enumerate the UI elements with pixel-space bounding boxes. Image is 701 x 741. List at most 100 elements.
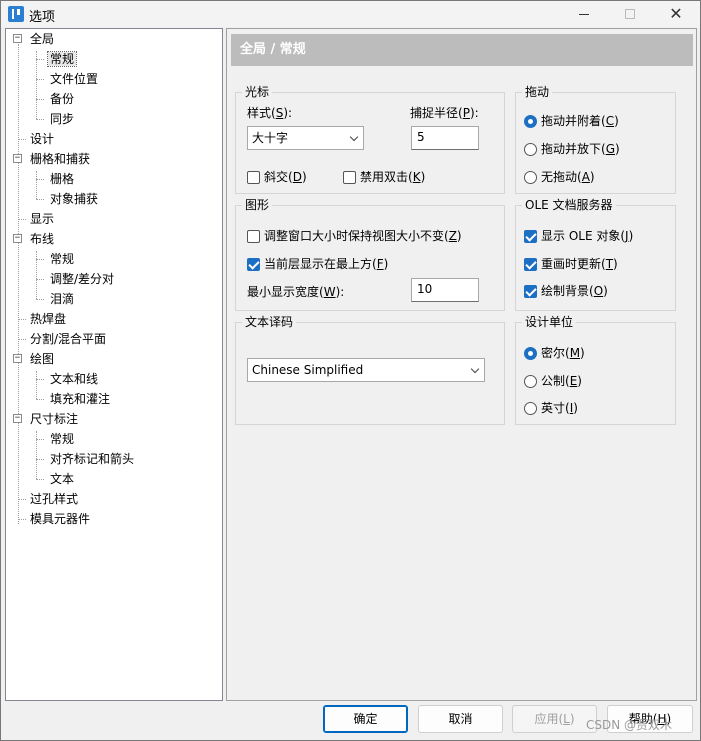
text-encoding-group: 文本译码 Chinese Simplified: [235, 314, 505, 425]
tree-connector: [18, 219, 26, 220]
tree-connector: [36, 59, 44, 60]
tree-item-label: 显示: [30, 212, 55, 226]
checkbox-box[interactable]: [343, 170, 356, 184]
apply-button[interactable]: 应用(L): [512, 705, 597, 733]
units-mil-radio[interactable]: 密尔(M): [524, 345, 585, 361]
minimize-button[interactable]: [561, 1, 607, 27]
drag-group: 拖动 拖动并附着(C) 拖动并放下(G) 无拖动(A): [515, 84, 676, 194]
graphics-group: 图形 调整窗口大小时保持视图大小不变(Z) 当前层显示在最上方(F) 最小显示宽…: [235, 197, 505, 311]
drag-drop-radio[interactable]: 拖动并放下(G): [524, 141, 620, 157]
tree-item[interactable]: 栅格: [48, 170, 76, 190]
tree-item[interactable]: 显示: [28, 210, 56, 230]
tree-expander-icon[interactable]: −: [13, 414, 22, 423]
text-encoding-select[interactable]: Chinese Simplified: [247, 358, 485, 382]
tree-expander-icon[interactable]: −: [13, 154, 22, 163]
checkbox-box[interactable]: [524, 229, 537, 243]
tree-connector: [36, 279, 44, 280]
keep-view-size-checkbox[interactable]: 调整窗口大小时保持视图大小不变(Z): [247, 228, 462, 244]
tree-item[interactable]: 常规: [48, 250, 76, 270]
tree-item[interactable]: 模具元器件: [28, 510, 92, 530]
close-button[interactable]: ✕: [653, 1, 699, 27]
drag-attach-radio[interactable]: 拖动并附着(C): [524, 113, 619, 129]
tree-item[interactable]: 栅格和捕获: [28, 150, 92, 170]
tree-connector: [36, 479, 44, 480]
radio-button[interactable]: [524, 401, 537, 415]
tree-item[interactable]: 填充和灌注: [48, 390, 112, 410]
radio-button[interactable]: [524, 114, 537, 128]
units-inch-radio[interactable]: 英寸(I): [524, 400, 578, 416]
tree-item-label: 绘图: [30, 352, 55, 366]
tree-item-label: 热焊盘: [30, 312, 67, 326]
tree-item[interactable]: 布线: [28, 230, 56, 250]
tree-item[interactable]: 热焊盘: [28, 310, 68, 330]
tree-connector: [36, 439, 44, 440]
diagonal-checkbox[interactable]: 斜交(D): [247, 169, 307, 185]
tree-item[interactable]: 调整/差分对: [48, 270, 116, 290]
tree-item[interactable]: 备份: [48, 90, 76, 110]
snap-radius-input[interactable]: 5: [411, 126, 479, 150]
graphics-group-title: 图形: [242, 197, 273, 213]
cursor-style-select[interactable]: 大十字: [247, 126, 364, 150]
tree-item[interactable]: 设计: [28, 130, 56, 150]
units-metric-radio[interactable]: 公制(E): [524, 373, 582, 389]
ok-button[interactable]: 确定: [323, 705, 408, 733]
tree-item[interactable]: 泪滴: [48, 290, 76, 310]
tree-item-label: 全局: [30, 32, 55, 46]
draw-background-checkbox[interactable]: 绘制背景(O): [524, 283, 608, 299]
radio-button[interactable]: [524, 374, 537, 388]
tree-item[interactable]: 文本: [48, 470, 76, 490]
chevron-down-icon: [470, 364, 480, 374]
tree-connector: [36, 171, 37, 199]
tree-expander-icon[interactable]: −: [13, 34, 22, 43]
update-on-redraw-checkbox[interactable]: 重画时更新(T): [524, 256, 618, 272]
show-ole-objects-checkbox[interactable]: 显示 OLE 对象(J): [524, 228, 633, 244]
tree-item[interactable]: 分割/混合平面: [28, 330, 108, 350]
cancel-button[interactable]: 取消: [418, 705, 503, 733]
tree-item[interactable]: 常规: [48, 430, 76, 450]
disable-double-click-checkbox[interactable]: 禁用双击(K): [343, 169, 425, 185]
tree-item-label: 设计: [30, 132, 55, 146]
current-layer-on-top-checkbox[interactable]: 当前层显示在最上方(F): [247, 256, 388, 272]
tree-item[interactable]: 全局: [28, 30, 56, 50]
window-title: 选项: [29, 10, 56, 25]
drag-group-title: 拖动: [522, 84, 553, 100]
tree-item[interactable]: 常规: [46, 50, 78, 70]
tree-item-label: 文本: [50, 472, 75, 486]
design-units-group: 设计单位 密尔(M) 公制(E) 英寸(I): [515, 314, 676, 425]
tree-item-label: 对象捕获: [50, 192, 99, 206]
cursor-style-label: 样式(S):: [247, 106, 293, 120]
no-drag-radio[interactable]: 无拖动(A): [524, 169, 595, 185]
radio-button[interactable]: [524, 142, 537, 156]
maximize-button[interactable]: [607, 1, 653, 27]
checkbox-box[interactable]: [247, 170, 260, 184]
title-bar[interactable]: 选项 ✕: [1, 1, 700, 27]
min-display-width-input[interactable]: 10: [411, 278, 479, 302]
checkbox-box[interactable]: [524, 257, 537, 271]
checkbox-box[interactable]: [247, 229, 260, 243]
cursor-group-title: 光标: [242, 84, 273, 100]
tree-connector: [18, 519, 26, 520]
tree-item[interactable]: 绘图: [28, 350, 56, 370]
tree-expander-icon[interactable]: −: [13, 234, 22, 243]
panel-header: 全局 / 常规: [231, 34, 693, 66]
tree-item[interactable]: 同步: [48, 110, 76, 130]
text-encoding-value: Chinese Simplified: [252, 363, 364, 377]
tree-item[interactable]: 对象捕获: [48, 190, 100, 210]
ole-group: OLE 文档服务器 显示 OLE 对象(J) 重画时更新(T) 绘制背景(O): [515, 197, 676, 311]
tree-expander-icon[interactable]: −: [13, 354, 22, 363]
tree-item[interactable]: 尺寸标注: [28, 410, 80, 430]
text-encoding-group-title: 文本译码: [242, 314, 297, 330]
tree-item[interactable]: 过孔样式: [28, 490, 80, 510]
radio-button[interactable]: [524, 170, 537, 184]
tree-item[interactable]: 对齐标记和箭头: [48, 450, 136, 470]
tree-item[interactable]: 文本和线: [48, 370, 100, 390]
tree-item[interactable]: 文件位置: [48, 70, 100, 90]
tree-connector: [36, 179, 44, 180]
tree-connector: [36, 99, 44, 100]
radio-button[interactable]: [524, 346, 537, 360]
checkbox-box[interactable]: [247, 257, 260, 271]
checkbox-box[interactable]: [524, 284, 537, 298]
tree-item-label: 布线: [30, 232, 55, 246]
options-tree[interactable]: − 全局 常规 文件位置 备份 同步 设计 − 栅格和捕获 栅格 对象捕获 显示 − 布线 常规 调整/差分对…: [5, 28, 223, 701]
maximize-icon: [625, 9, 635, 19]
